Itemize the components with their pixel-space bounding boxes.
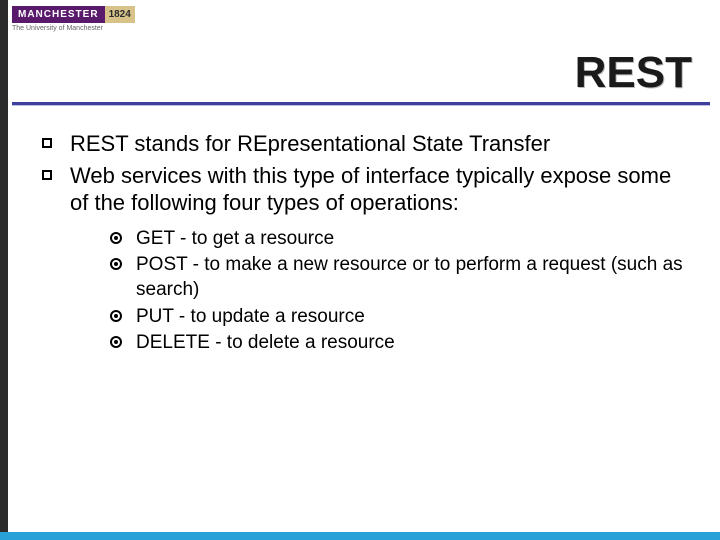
bottom-accent-bar xyxy=(0,532,720,540)
sub-bullet-item: PUT - to update a resource xyxy=(110,305,690,330)
slide-body: REST stands for REpresentational State T… xyxy=(38,130,690,360)
bullet-list: REST stands for REpresentational State T… xyxy=(38,130,690,356)
sub-bullet-text: PUT - to update a resource xyxy=(136,306,365,327)
sub-bullet-text: DELETE - to delete a resource xyxy=(136,332,395,353)
logo-year: 1824 xyxy=(105,6,135,23)
sub-bullet-list: GET - to get a resource POST - to make a… xyxy=(70,227,690,356)
sub-bullet-item: POST - to make a new resource or to perf… xyxy=(110,253,690,302)
sub-bullet-text: POST - to make a new resource or to perf… xyxy=(136,254,683,300)
university-logo: MANCHESTER1824 The University of Manches… xyxy=(12,4,142,32)
bullet-item: REST stands for REpresentational State T… xyxy=(38,130,690,158)
slide: MANCHESTER1824 The University of Manches… xyxy=(0,0,720,540)
bullet-text: REST stands for REpresentational State T… xyxy=(70,131,550,156)
bullet-item: Web services with this type of interface… xyxy=(38,162,690,356)
slide-title: REST xyxy=(575,48,692,98)
logo-name: MANCHESTER xyxy=(12,6,105,23)
logo-subtitle: The University of Manchester xyxy=(12,25,142,32)
sub-bullet-text: GET - to get a resource xyxy=(136,228,334,249)
sub-bullet-item: GET - to get a resource xyxy=(110,227,690,252)
title-underline xyxy=(12,102,710,106)
sub-bullet-item: DELETE - to delete a resource xyxy=(110,331,690,356)
bullet-text: Web services with this type of interface… xyxy=(70,163,671,216)
left-stripe xyxy=(0,0,8,540)
